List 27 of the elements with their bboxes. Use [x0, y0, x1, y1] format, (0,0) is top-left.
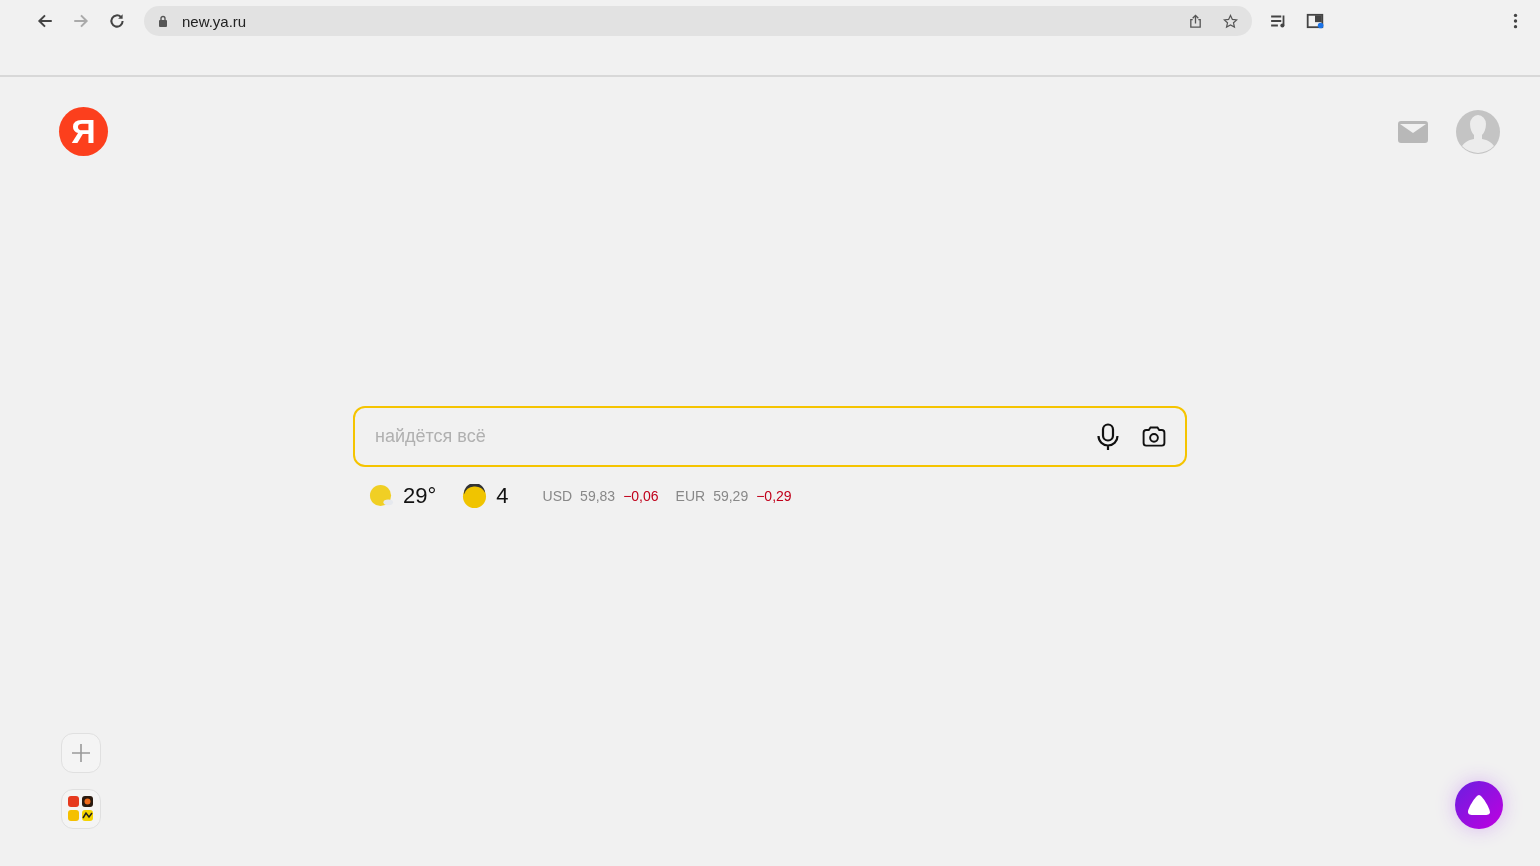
address-bar[interactable]: new.ya.ru [144, 6, 1252, 36]
currency-rate: 59,29 [713, 488, 749, 504]
menu-icon[interactable] [1513, 12, 1518, 30]
currency-code: USD [542, 488, 573, 504]
voice-assistant-button[interactable] [1455, 781, 1503, 829]
rate-change: −0,06 [623, 488, 659, 504]
traffic-score[interactable]: 4 [496, 483, 509, 509]
microphone-icon[interactable] [1095, 422, 1121, 451]
search-input[interactable]: найдётся всё [373, 425, 1075, 448]
plus-icon [71, 743, 91, 763]
app-grid-icon [67, 795, 95, 823]
search-bar[interactable]: найдётся всё [353, 406, 1187, 467]
lock-icon [158, 15, 168, 27]
side-panel-icon[interactable] [1306, 12, 1324, 30]
rate-change: −0,29 [756, 488, 792, 504]
url-text: new.ya.ru [182, 12, 248, 30]
star-icon[interactable] [1223, 13, 1238, 29]
apps-button[interactable] [61, 789, 101, 829]
traffic-icon[interactable] [462, 483, 488, 509]
back-icon[interactable] [36, 12, 54, 30]
yandex-logo[interactable]: Я [59, 107, 108, 156]
triangle-icon [1467, 794, 1491, 816]
share-icon[interactable] [1188, 13, 1203, 29]
reload-icon[interactable] [108, 12, 126, 30]
currency-code: EUR [675, 488, 706, 504]
currency-rate: 59,83 [580, 488, 616, 504]
temperature[interactable]: 29° [403, 483, 437, 509]
